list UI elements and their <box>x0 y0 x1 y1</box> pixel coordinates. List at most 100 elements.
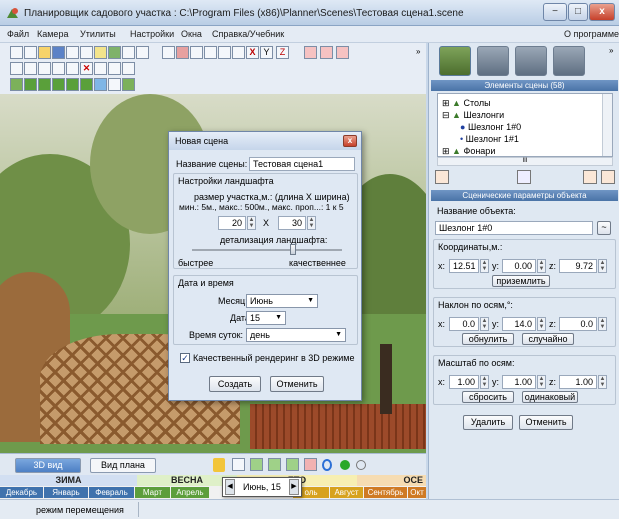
tree-item-lanterns[interactable]: ⊞ ▲ Фонари <box>442 146 495 156</box>
scale-x-input[interactable]: 1.00 <box>449 375 479 389</box>
scene-elements-tab-icon[interactable] <box>439 46 471 76</box>
materials-tab-icon[interactable] <box>477 46 509 76</box>
delete-all-icon[interactable] <box>601 170 615 184</box>
plant-icon[interactable] <box>304 46 317 59</box>
shrub-icon[interactable] <box>340 460 350 470</box>
tree-item-lounger-0[interactable]: ● Шезлонг 1#0 <box>460 122 521 132</box>
layout-icon[interactable] <box>162 46 175 59</box>
objects-tab-icon[interactable] <box>553 46 585 76</box>
tilt-x-spinner[interactable]: ▲ ▼ <box>480 317 489 331</box>
tree-vertical-scrollbar[interactable] <box>602 94 612 156</box>
tree-item-tables[interactable]: ⊞ ▲ Столы <box>442 98 491 109</box>
coords-y-spinner[interactable]: ▲ ▼ <box>537 259 546 273</box>
y-axis-icon[interactable]: Y <box>260 46 273 59</box>
select-tool-icon[interactable] <box>10 46 23 59</box>
measure-tab-icon[interactable] <box>515 46 547 76</box>
coords-y-input[interactable]: 0.00 <box>502 259 536 273</box>
light-icon[interactable] <box>94 46 107 59</box>
sphere-icon[interactable] <box>356 460 366 470</box>
remove-element-icon[interactable] <box>435 170 449 184</box>
detail-slider-track[interactable] <box>192 249 342 251</box>
detail-slider-thumb[interactable] <box>290 244 296 255</box>
folder-icon[interactable] <box>213 458 225 472</box>
coords-z-spinner[interactable]: ▲ ▼ <box>598 259 607 273</box>
random-tilt-button[interactable]: случайно <box>522 333 574 345</box>
scale-y-input[interactable]: 1.00 <box>502 375 536 389</box>
tree-horizontal-scrollbar[interactable]: III <box>437 157 613 166</box>
menu-windows[interactable]: Окна <box>181 29 202 39</box>
hill-tool-icon[interactable] <box>268 458 281 471</box>
grid-icon[interactable] <box>136 46 149 59</box>
menu-utilities[interactable]: Утилиты <box>80 29 116 39</box>
delete-element-icon[interactable] <box>583 170 597 184</box>
cancel-object-button[interactable]: Отменить <box>519 415 573 430</box>
ground-button[interactable]: приземлить <box>492 275 550 287</box>
menu-settings[interactable]: Настройки <box>130 29 174 39</box>
copy-element-icon[interactable] <box>517 170 531 184</box>
minimize-button[interactable]: − <box>543 3 567 21</box>
hq-render-checkbox[interactable]: ✓ <box>180 353 190 363</box>
new-file-icon[interactable] <box>24 46 37 59</box>
close-button[interactable]: x <box>589 3 615 21</box>
prev-day-button[interactable]: ◀ <box>225 479 235 495</box>
lower-icon[interactable] <box>66 78 79 91</box>
month-jan[interactable]: Январь <box>44 487 88 498</box>
scene-name-input[interactable]: Тестовая сцена1 <box>249 157 355 171</box>
x-axis-icon[interactable]: X <box>246 46 259 59</box>
path-tool-icon[interactable] <box>304 458 317 471</box>
table-icon[interactable] <box>122 62 135 75</box>
scale-x-spinner[interactable]: ▲ ▼ <box>480 375 489 389</box>
month-aug[interactable]: Август <box>330 487 363 498</box>
binoculars-icon[interactable] <box>66 46 79 59</box>
rotate-icon[interactable] <box>190 46 203 59</box>
tilt-z-input[interactable]: 0.0 <box>559 317 597 331</box>
menu-help[interactable]: Справка/Учебник <box>212 29 284 39</box>
create-button[interactable]: Создать <box>209 376 261 392</box>
panel-overflow-icon[interactable]: » <box>609 46 613 55</box>
person-icon[interactable] <box>66 62 79 75</box>
flatten-icon[interactable] <box>80 78 93 91</box>
next-day-button[interactable]: ▶ <box>289 479 299 495</box>
rotate-object-icon[interactable] <box>38 62 51 75</box>
date-select[interactable]: 15 ▼ <box>246 311 286 325</box>
coords-z-input[interactable]: 9.72 <box>559 259 597 273</box>
frame-select-icon[interactable] <box>10 62 23 75</box>
reset-scale-button[interactable]: сбросить <box>462 391 514 403</box>
reset-tilt-button[interactable]: обнулить <box>462 333 514 345</box>
hill-icon[interactable] <box>24 78 37 91</box>
scale-z-input[interactable]: 1.00 <box>559 375 597 389</box>
dialog-cancel-button[interactable]: Отменить <box>270 376 324 392</box>
undo-icon[interactable] <box>108 62 121 75</box>
image-icon[interactable] <box>108 46 121 59</box>
month-oct[interactable]: Окт <box>408 487 426 498</box>
valley-icon[interactable] <box>38 78 51 91</box>
lawn-tool-icon[interactable] <box>250 458 263 471</box>
zoom-fit-icon[interactable] <box>218 46 231 59</box>
coords-x-spinner[interactable]: ▲ ▼ <box>480 259 489 273</box>
month-mar[interactable]: Март <box>135 487 170 498</box>
move-cross-icon[interactable] <box>24 62 37 75</box>
picture-icon[interactable] <box>122 46 135 59</box>
toolbar-overflow-icon[interactable]: » <box>416 47 420 56</box>
tilt-z-spinner[interactable]: ▲ ▼ <box>598 317 607 331</box>
month-apr[interactable]: Апрель <box>171 487 209 498</box>
time-select[interactable]: день ▼ <box>246 328 346 342</box>
object-name-input[interactable]: Шезлонг 1#0 <box>435 221 593 235</box>
draw-area-icon[interactable] <box>232 458 245 471</box>
terrain-icon[interactable] <box>10 78 23 91</box>
save-icon[interactable] <box>52 46 65 59</box>
copy-icon[interactable] <box>52 62 65 75</box>
length-spinner[interactable]: ▲ ▼ <box>247 216 256 230</box>
month-select[interactable]: Июнь ▼ <box>246 294 318 308</box>
texture-icon[interactable] <box>122 78 135 91</box>
z-axis-icon[interactable]: Z <box>276 46 289 59</box>
length-input[interactable]: 20 <box>218 216 246 230</box>
tilt-y-input[interactable]: 14.0 <box>502 317 536 331</box>
plant-remove-icon[interactable] <box>336 46 349 59</box>
tilt-y-spinner[interactable]: ▲ ▼ <box>537 317 546 331</box>
raise-icon[interactable] <box>52 78 65 91</box>
bed-tool-icon[interactable] <box>286 458 299 471</box>
width-spinner[interactable]: ▲ ▼ <box>307 216 316 230</box>
menu-file[interactable]: Файл <box>7 29 29 39</box>
tilt-x-input[interactable]: 0.0 <box>449 317 479 331</box>
